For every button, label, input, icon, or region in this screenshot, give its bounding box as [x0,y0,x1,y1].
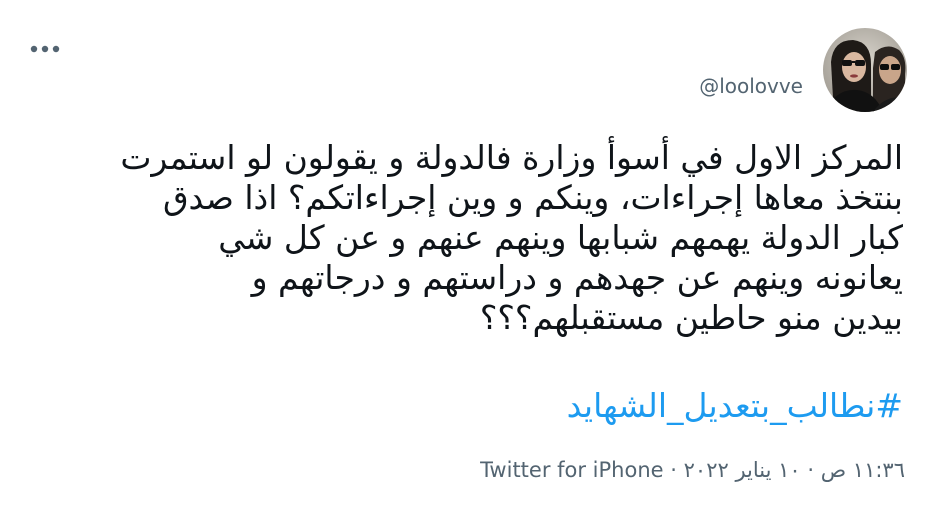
tweet-text-line: بنتخذ معاها إجراءات، وينكم و وين إجراءات… [162,178,903,217]
tweet-text-line: يعانونه وينهم عن جهدهم و دراستهم و درجات… [251,258,903,297]
tweet-timestamp[interactable]: ١١:٣٦ ص · ١٠ يناير ٢٠٢٢ [684,458,905,482]
user-handle[interactable]: @loolovve [699,74,803,98]
tweet-metadata: ١١:٣٦ ص · ١٠ يناير ٢٠٢٢ · Twitter for iP… [480,458,905,482]
tweet-text-line: المركز الاول في أسوأ وزارة فالدولة و يقو… [120,138,903,177]
tweet-text-line: كبار الدولة يهمهم شبابها وينهم عنهم و عن… [218,218,903,257]
tweet-card: @loolovve المركز الاول في أسوأ وزارة فال… [0,0,931,507]
more-horizontal-icon [30,45,60,53]
more-options-button[interactable] [28,36,62,62]
meta-separator: · [670,458,677,482]
hashtag-link[interactable]: #نطالب_بتعديل_الشهايد [567,386,903,426]
tweet-text: المركز الاول في أسوأ وزارة فالدولة و يقو… [23,138,903,338]
tweet-source-link[interactable]: Twitter for iPhone [480,458,664,482]
tweet-text-line: بيدين منو حاطين مستقبلهم؟؟؟ [479,298,903,337]
avatar[interactable] [823,28,907,112]
